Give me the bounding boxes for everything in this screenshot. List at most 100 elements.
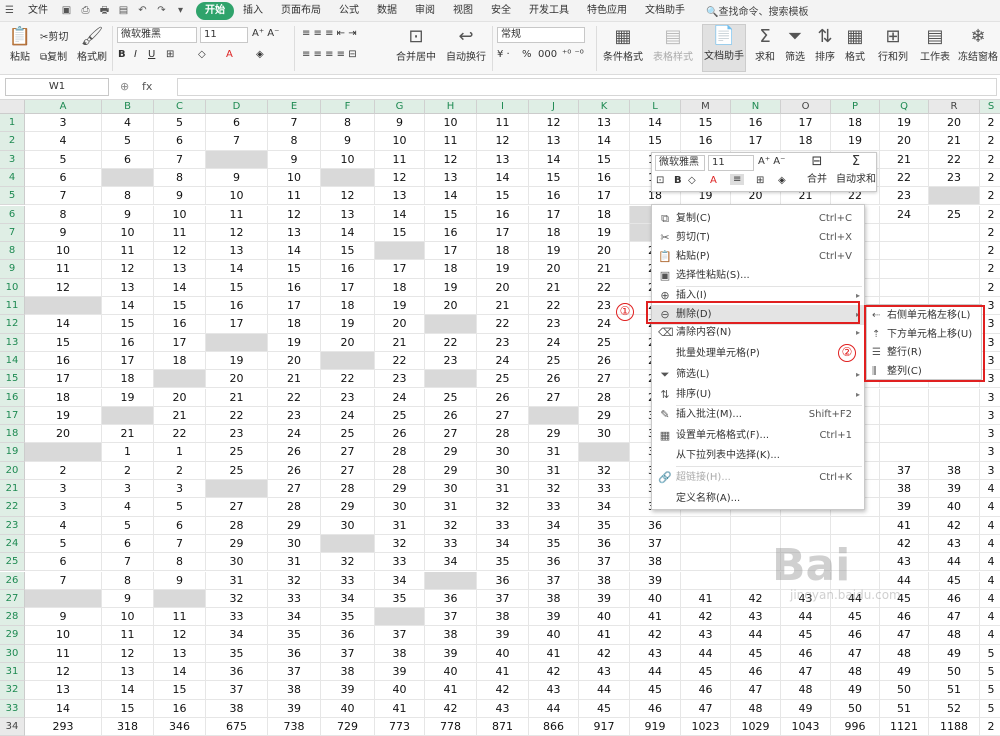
table-cell[interactable]: 9 xyxy=(102,205,154,224)
table-cell[interactable]: 22 xyxy=(206,406,268,426)
row-header[interactable]: 14 xyxy=(0,351,25,371)
table-cell[interactable]: 14 xyxy=(102,297,154,316)
table-cell[interactable]: 24 xyxy=(321,406,375,426)
table-cell[interactable]: 866 xyxy=(529,717,579,736)
table-cell[interactable]: 14 xyxy=(321,223,375,243)
merge-center-button[interactable]: ⊡ 合并居中 xyxy=(394,26,438,63)
table-cell[interactable]: 32 xyxy=(206,589,268,609)
table-cell[interactable]: 35 xyxy=(579,516,630,535)
table-cell[interactable]: 15 xyxy=(154,681,206,700)
table-cell[interactable]: 1023 xyxy=(681,717,731,736)
table-cell[interactable]: 31 xyxy=(206,571,268,590)
table-cell[interactable]: 14 xyxy=(268,242,321,261)
table-cell[interactable]: 4 xyxy=(980,626,1000,645)
mini-bold-icon[interactable]: B xyxy=(674,175,682,186)
table-cell[interactable]: 27 xyxy=(321,461,375,480)
row-header[interactable]: 19 xyxy=(0,443,25,462)
table-cell[interactable] xyxy=(929,242,980,261)
table-cell[interactable]: 35 xyxy=(375,589,425,609)
table-cell[interactable]: 7 xyxy=(206,132,268,151)
table-cell[interactable]: 8 xyxy=(154,553,206,572)
table-cell[interactable]: 51 xyxy=(880,699,929,718)
table-cell[interactable]: 18 xyxy=(781,132,831,151)
context-item-6[interactable]: ⌫ 清除内容(N) ▸ xyxy=(652,323,864,343)
table-cell[interactable]: 2 xyxy=(980,260,1000,279)
table-cell[interactable]: 9 xyxy=(321,132,375,151)
table-cell[interactable]: 39 xyxy=(630,571,681,590)
table-cell[interactable]: 5 xyxy=(980,681,1000,700)
table-cell[interactable]: 11 xyxy=(25,644,102,663)
table-cell[interactable]: 37 xyxy=(630,534,681,554)
row-header[interactable]: 23 xyxy=(0,516,25,535)
table-cell[interactable]: 12 xyxy=(477,132,529,151)
tab-7[interactable]: 安全 xyxy=(482,2,520,20)
tab-4[interactable]: 数据 xyxy=(368,2,406,20)
table-cell[interactable]: 38 xyxy=(375,644,425,663)
table-cell[interactable]: 44 xyxy=(781,608,831,627)
preview-icon[interactable]: ▤ xyxy=(116,4,131,18)
table-cell[interactable]: 37 xyxy=(268,663,321,682)
table-cell[interactable]: 13 xyxy=(154,260,206,279)
table-cell[interactable]: 38 xyxy=(929,461,980,480)
table-cell[interactable]: 41 xyxy=(630,608,681,627)
fill-color-icon[interactable]: ◇ xyxy=(198,49,206,60)
table-cell[interactable]: 8 xyxy=(154,168,206,188)
table-cell[interactable]: 15 xyxy=(268,260,321,279)
table-cell[interactable]: 14 xyxy=(529,150,579,169)
table-cell[interactable]: 1121 xyxy=(880,717,929,736)
table-cell[interactable]: 11 xyxy=(268,187,321,206)
table-cell[interactable]: 15 xyxy=(425,205,477,224)
column-header[interactable]: C xyxy=(154,100,206,114)
table-cell[interactable]: 16 xyxy=(681,132,731,151)
table-cell[interactable]: 16 xyxy=(579,168,630,188)
table-cell[interactable] xyxy=(929,187,980,206)
table-cell[interactable]: 22 xyxy=(579,278,630,297)
table-cell[interactable]: 15 xyxy=(477,187,529,206)
row-header[interactable]: 11 xyxy=(0,297,25,316)
hamburger-icon[interactable]: ☰ xyxy=(2,4,17,18)
table-cell[interactable]: 17 xyxy=(375,260,425,279)
table-cell[interactable]: 31 xyxy=(529,443,579,462)
table-cell[interactable]: 9 xyxy=(25,223,102,243)
table-cell[interactable]: 22 xyxy=(929,150,980,169)
table-cell[interactable]: 31 xyxy=(268,553,321,572)
table-cell[interactable]: 2 xyxy=(980,206,1000,224)
table-cell[interactable]: 46 xyxy=(831,626,880,645)
tab-1[interactable]: 插入 xyxy=(234,2,272,20)
table-cell[interactable] xyxy=(206,150,268,169)
table-cell[interactable]: 4 xyxy=(102,498,154,517)
table-cell[interactable]: 20 xyxy=(529,260,579,279)
table-cell[interactable]: 14 xyxy=(630,114,681,133)
table-cell[interactable]: 42 xyxy=(477,681,529,700)
table-cell[interactable]: 29 xyxy=(425,461,477,480)
table-cell[interactable]: 20 xyxy=(477,278,529,297)
row-header[interactable]: 28 xyxy=(0,608,25,627)
table-cell[interactable]: 28 xyxy=(375,443,425,462)
save-icon[interactable]: ▣ xyxy=(59,4,74,18)
table-cell[interactable] xyxy=(681,516,731,535)
table-cell[interactable]: 10 xyxy=(206,187,268,206)
table-cell[interactable]: 49 xyxy=(880,663,929,682)
table-cell[interactable]: 1 xyxy=(154,443,206,462)
table-cell[interactable]: 35 xyxy=(268,626,321,645)
table-cell[interactable]: 25 xyxy=(929,205,980,224)
table-cell[interactable]: 2 xyxy=(980,224,1000,243)
table-cell[interactable]: 17 xyxy=(781,114,831,133)
table-cell[interactable]: 2 xyxy=(980,242,1000,261)
table-cell[interactable]: 18 xyxy=(831,114,880,133)
row-header[interactable]: 34 xyxy=(0,717,25,736)
table-cell[interactable] xyxy=(880,443,929,462)
table-cell[interactable]: 8 xyxy=(25,205,102,224)
table-cell[interactable]: 41 xyxy=(425,681,477,700)
table-cell[interactable]: 23 xyxy=(268,406,321,426)
table-cell[interactable]: 38 xyxy=(880,480,929,499)
table-cell[interactable]: 34 xyxy=(268,608,321,627)
copy-button[interactable]: ⧉复制 xyxy=(40,48,67,63)
table-cell[interactable] xyxy=(929,443,980,462)
table-cell[interactable]: 4 xyxy=(25,516,102,535)
table-cell[interactable]: 11 xyxy=(25,260,102,279)
table-cell[interactable]: 36 xyxy=(206,663,268,682)
table-cell[interactable]: 15 xyxy=(102,699,154,718)
table-cell[interactable]: 738 xyxy=(268,717,321,736)
tab-6[interactable]: 视图 xyxy=(444,2,482,20)
